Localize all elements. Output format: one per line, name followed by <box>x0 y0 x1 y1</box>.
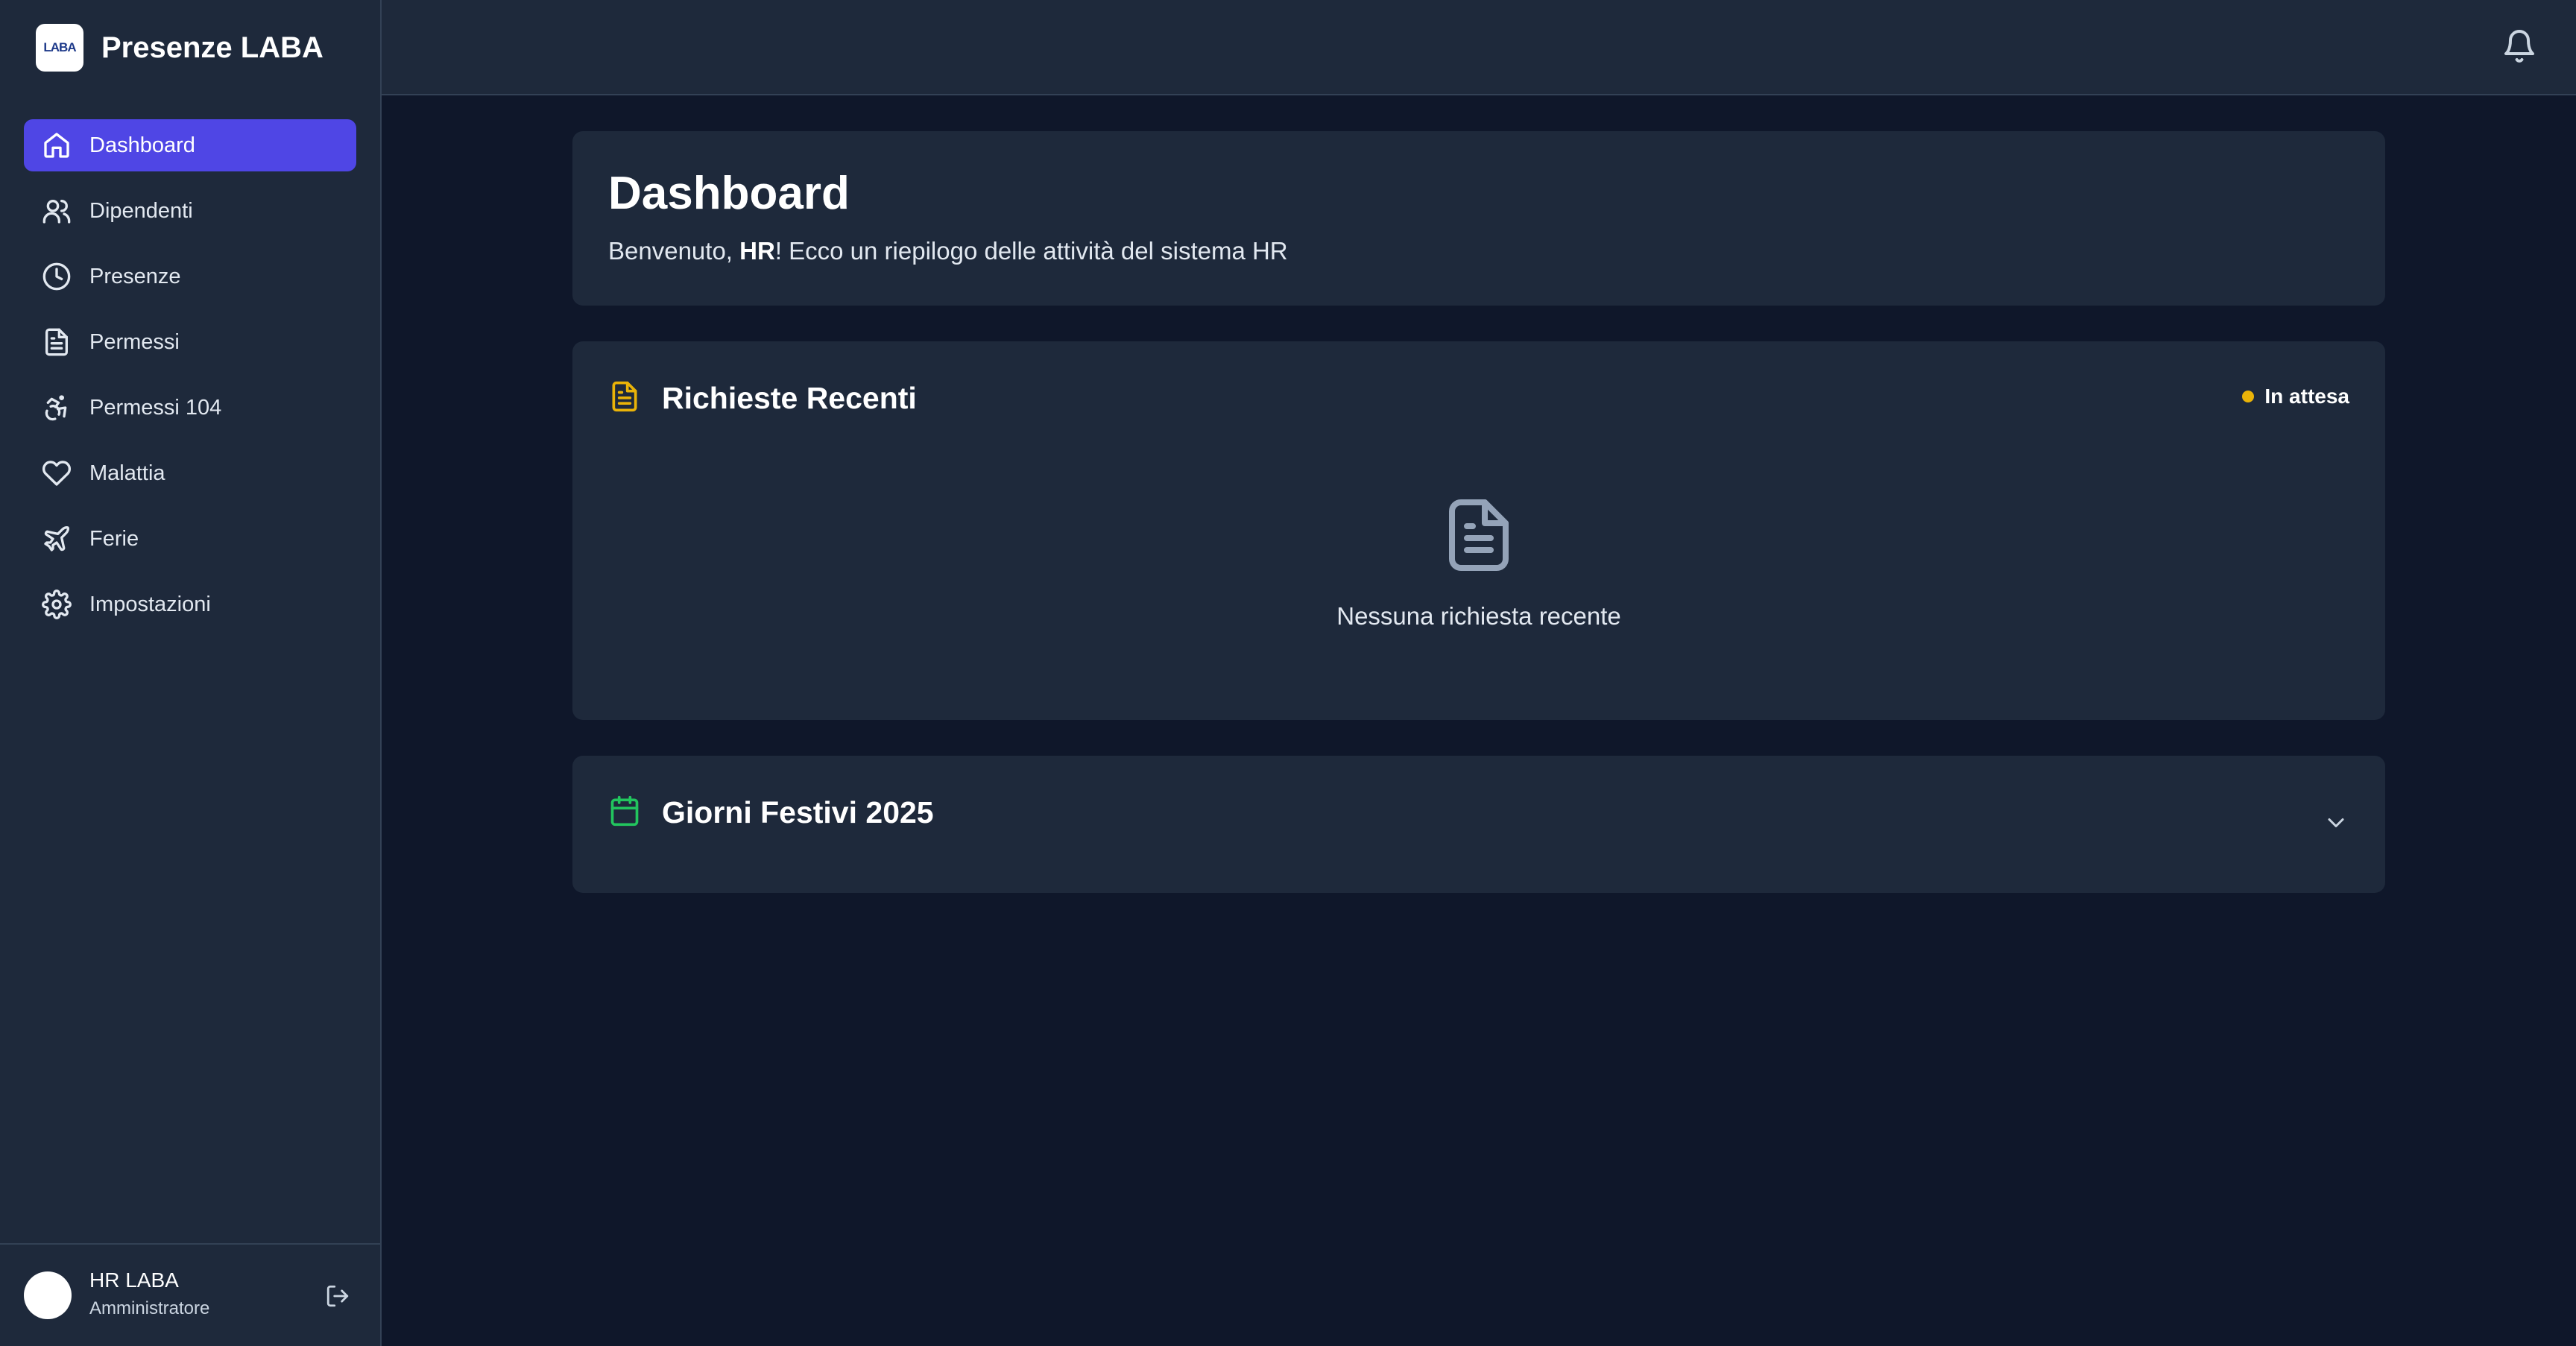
brand[interactable]: LABA Presenze LABA <box>36 24 323 72</box>
welcome-prefix: Benvenuto, <box>608 237 740 265</box>
app-root: LABA Presenze LABA Dashboard Dipendenti <box>0 0 2576 1346</box>
welcome-suffix: ! Ecco un riepilogo delle attività del s… <box>774 237 1288 265</box>
sidebar-item-label: Dipendenti <box>89 198 193 223</box>
sidebar-item-ferie[interactable]: Ferie <box>24 513 356 565</box>
users-icon <box>42 196 72 226</box>
file-text-icon <box>608 380 641 417</box>
gear-icon <box>42 590 72 619</box>
sidebar-item-malattia[interactable]: Malattia <box>24 447 356 499</box>
home-icon <box>42 130 72 160</box>
sidebar-item-permessi[interactable]: Permessi <box>24 316 356 368</box>
recent-requests-title: Richieste Recenti <box>662 381 917 415</box>
clock-icon <box>42 262 72 291</box>
holidays-card[interactable]: Giorni Festivi 2025 <box>572 756 2385 893</box>
app-logo: LABA <box>36 24 83 72</box>
avatar[interactable] <box>24 1271 72 1319</box>
recent-requests-card: Richieste Recenti In attesa Nessuna rich… <box>572 341 2385 720</box>
bell-icon[interactable] <box>2501 28 2537 64</box>
sidebar-item-presenze[interactable]: Presenze <box>24 250 356 303</box>
sidebar-item-label: Permessi <box>89 329 180 354</box>
sidebar: LABA Presenze LABA Dashboard Dipendenti <box>0 0 382 1346</box>
sidebar-nav: Dashboard Dipendenti Presenze Permessi P… <box>24 119 356 644</box>
file-text-icon <box>42 327 72 357</box>
welcome-card: Dashboard Benvenuto, HR! Ecco un riepilo… <box>572 131 2385 306</box>
sidebar-item-label: Permessi 104 <box>89 395 222 420</box>
sidebar-item-dashboard[interactable]: Dashboard <box>24 119 356 171</box>
sidebar-item-label: Dashboard <box>89 133 195 157</box>
page-title: Dashboard <box>608 168 850 219</box>
accessibility-icon <box>42 393 72 423</box>
sidebar-item-permessi-104[interactable]: Permessi 104 <box>24 382 356 434</box>
sidebar-item-label: Presenze <box>89 264 181 288</box>
app-title: Presenze LABA <box>101 31 323 64</box>
sidebar-item-label: Malattia <box>89 461 165 485</box>
logout-icon[interactable] <box>325 1283 350 1309</box>
heart-icon <box>42 458 72 488</box>
sidebar-item-impostazioni[interactable]: Impostazioni <box>24 578 356 631</box>
recent-requests-header: Richieste Recenti <box>608 380 917 417</box>
user-panel: HR LABA Amministratore <box>0 1243 380 1346</box>
status-label: In attesa <box>2264 385 2349 408</box>
user-role: Amministratore <box>89 1298 210 1318</box>
plane-icon <box>42 524 72 554</box>
logo-text: LABA <box>43 40 76 54</box>
calendar-icon <box>608 794 641 831</box>
holidays-header[interactable]: Giorni Festivi 2025 <box>608 794 934 831</box>
welcome-user: HR <box>739 237 775 265</box>
user-name: HR LABA <box>89 1268 179 1292</box>
sidebar-item-label: Ferie <box>89 526 139 551</box>
chevron-down-icon[interactable] <box>2323 809 2349 836</box>
empty-state-text: Nessuna richiesta recente <box>1336 602 1621 630</box>
sidebar-item-label: Impostazioni <box>89 592 211 616</box>
status-dot <box>2242 391 2255 402</box>
document-icon <box>1449 499 1509 571</box>
status-badge: In attesa <box>2242 385 2349 408</box>
sidebar-item-dipendenti[interactable]: Dipendenti <box>24 185 356 237</box>
holidays-title: Giorni Festivi 2025 <box>662 795 934 830</box>
welcome-message: Benvenuto, HR! Ecco un riepilogo delle a… <box>608 237 1288 265</box>
topbar <box>382 0 2576 95</box>
